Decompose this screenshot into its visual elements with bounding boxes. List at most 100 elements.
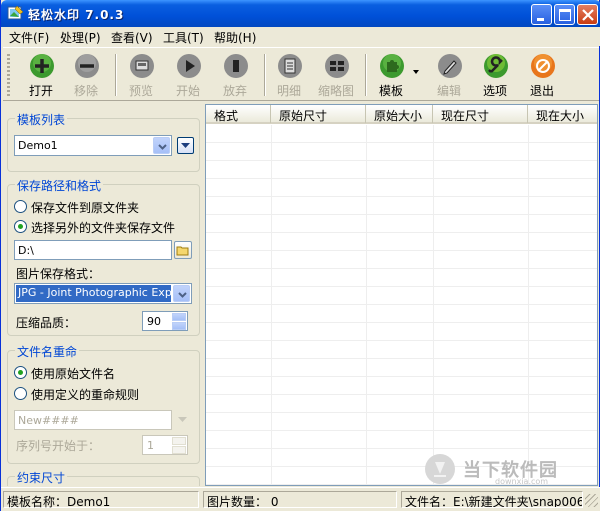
template-select[interactable]: Demo1 bbox=[14, 135, 172, 156]
preview-button[interactable]: 预览 bbox=[119, 52, 163, 98]
col-original-size[interactable]: 原始尺寸 bbox=[271, 105, 366, 123]
remove-button[interactable]: 移除 bbox=[64, 52, 108, 98]
template-label: 模板 bbox=[378, 84, 403, 98]
download-arrow-icon bbox=[425, 454, 455, 484]
template-list-group: 模板列表 Demo1 bbox=[7, 111, 200, 172]
rename-title: 文件名重命 bbox=[15, 343, 80, 360]
quality-label: 压缩品质： bbox=[16, 316, 77, 330]
toolbar-separator bbox=[365, 54, 367, 96]
puzzle-icon bbox=[380, 54, 404, 78]
radio-dot bbox=[14, 387, 27, 400]
minimize-icon bbox=[537, 18, 544, 21]
watermark-sub: downxia.com bbox=[495, 477, 549, 486]
minimize-button[interactable] bbox=[531, 4, 552, 25]
abort-button[interactable]: 放弃 bbox=[213, 52, 257, 98]
rename-pattern-value: New#### bbox=[18, 414, 79, 427]
menu-file[interactable]: 文件(F) bbox=[9, 29, 49, 46]
preview-label: 预览 bbox=[128, 84, 153, 98]
sequence-start-stepper[interactable]: 1 bbox=[142, 435, 188, 455]
maximize-button[interactable] bbox=[554, 4, 575, 25]
menu-bar: 文件(F) 处理(P) 查看(V) 工具(T) 帮助(H) bbox=[1, 27, 600, 46]
options-button[interactable]: 选项 bbox=[473, 52, 517, 98]
wrench-icon bbox=[484, 54, 508, 78]
status-count: 图片数量： 0 bbox=[203, 491, 397, 509]
exit-button[interactable]: 退出 bbox=[520, 52, 564, 98]
save-path-input[interactable]: D:\ bbox=[14, 240, 172, 260]
col-original-size-label: 原始尺寸 bbox=[279, 109, 328, 123]
folder-icon bbox=[176, 246, 189, 256]
start-label: 开始 bbox=[175, 84, 200, 98]
edit-button[interactable]: 编辑 bbox=[427, 52, 471, 98]
grid-line bbox=[271, 125, 272, 485]
col-current-size[interactable]: 现在尺寸 bbox=[433, 105, 528, 123]
remove-minus-icon bbox=[75, 54, 99, 78]
radio-dot-selected bbox=[14, 220, 27, 233]
pencil-icon bbox=[438, 54, 462, 78]
abort-label: 放弃 bbox=[222, 84, 247, 98]
list-grid bbox=[206, 125, 597, 485]
rename-pattern-input[interactable]: New#### bbox=[14, 410, 172, 430]
exit-icon bbox=[531, 54, 555, 78]
quality-stepper[interactable]: 90 bbox=[142, 311, 188, 331]
menu-tools[interactable]: 工具(T) bbox=[163, 29, 204, 46]
toolbar-separator bbox=[264, 54, 266, 96]
spin-down-icon[interactable] bbox=[172, 446, 186, 454]
spin-up-icon[interactable] bbox=[172, 437, 186, 445]
sequence-start-label: 序列号开始于： bbox=[16, 439, 101, 453]
title-bar[interactable]: 轻松水印 7.0.3 bbox=[1, 0, 600, 27]
resize-grip-icon[interactable] bbox=[585, 494, 598, 507]
col-original-bytes[interactable]: 原始大小 bbox=[366, 105, 433, 123]
browse-folder-button[interactable] bbox=[174, 241, 192, 259]
status-filename: 文件名：E:\新建文件夹\snap00643. bbox=[401, 491, 583, 508]
spin-down-icon[interactable] bbox=[172, 322, 186, 330]
image-list[interactable]: 格式 原始尺寸 原始大小 现在尺寸 现在大小 bbox=[205, 104, 598, 486]
use-custom-rule-label: 使用定义的重命规则 bbox=[31, 388, 140, 402]
start-button[interactable]: 开始 bbox=[166, 52, 210, 98]
close-icon bbox=[582, 9, 594, 21]
menu-process[interactable]: 处理(P) bbox=[60, 29, 101, 46]
details-label: 明细 bbox=[276, 84, 301, 98]
toolbar: 打开 移除 预览 开始 放弃 明细 缩略图 模板 编辑 选项 退出 bbox=[3, 47, 599, 101]
exit-label: 退出 bbox=[529, 84, 554, 98]
stop-icon bbox=[224, 54, 248, 78]
template-select-value: Demo1 bbox=[18, 139, 58, 152]
save-path-value: D:\ bbox=[18, 244, 34, 257]
menu-view[interactable]: 查看(V) bbox=[111, 29, 153, 46]
open-label: 打开 bbox=[28, 84, 53, 98]
col-format-label: 格式 bbox=[214, 109, 239, 123]
options-label: 选项 bbox=[482, 84, 507, 98]
save-original-folder-label: 保存文件到原文件夹 bbox=[31, 201, 140, 215]
chevron-down-icon[interactable] bbox=[153, 137, 170, 154]
toolbar-grip[interactable] bbox=[7, 54, 10, 96]
col-current-size-label: 现在尺寸 bbox=[441, 109, 490, 123]
template-dropdown-button[interactable] bbox=[177, 137, 194, 154]
status-filename-text: 文件名：E:\新建文件夹\snap00643. bbox=[405, 495, 583, 508]
open-button[interactable]: 打开 bbox=[19, 52, 63, 98]
maximize-icon bbox=[559, 9, 571, 21]
menu-help[interactable]: 帮助(H) bbox=[214, 29, 256, 46]
rename-pattern-dropdown-icon[interactable] bbox=[175, 412, 190, 427]
chevron-down-icon[interactable] bbox=[173, 285, 190, 302]
image-format-label: 图片保存格式： bbox=[16, 267, 101, 281]
status-count-text: 图片数量： 0 bbox=[207, 495, 279, 509]
details-button[interactable]: 明细 bbox=[267, 52, 311, 98]
app-logo-icon bbox=[7, 5, 24, 20]
grid-line bbox=[366, 125, 367, 485]
app-window: 轻松水印 7.0.3 文件(F) 处理(P) 查看(V) 工具(T) 帮助(H)… bbox=[0, 0, 600, 511]
spin-up-icon[interactable] bbox=[172, 313, 186, 321]
radio-dot bbox=[14, 200, 27, 213]
use-original-name-label: 使用原始文件名 bbox=[31, 367, 116, 381]
list-header: 格式 原始尺寸 原始大小 现在尺寸 现在大小 bbox=[206, 105, 597, 124]
template-dropdown-arrow-icon[interactable] bbox=[413, 70, 419, 74]
thumbnail-label: 缩略图 bbox=[317, 84, 354, 98]
thumbnail-button[interactable]: 缩略图 bbox=[314, 52, 358, 98]
status-template-text: 模板名称：Demo1 bbox=[7, 495, 111, 509]
status-template: 模板名称：Demo1 bbox=[3, 491, 199, 509]
col-format[interactable]: 格式 bbox=[206, 105, 271, 123]
image-format-select[interactable]: JPG - Joint Photographic Experts bbox=[14, 283, 192, 304]
close-button[interactable] bbox=[577, 4, 598, 25]
template-button[interactable]: 模板 bbox=[369, 52, 413, 98]
constraint-group: 约束尺寸 bbox=[7, 469, 200, 486]
col-current-bytes[interactable]: 现在大小 bbox=[528, 105, 597, 123]
grid-line bbox=[528, 125, 529, 485]
